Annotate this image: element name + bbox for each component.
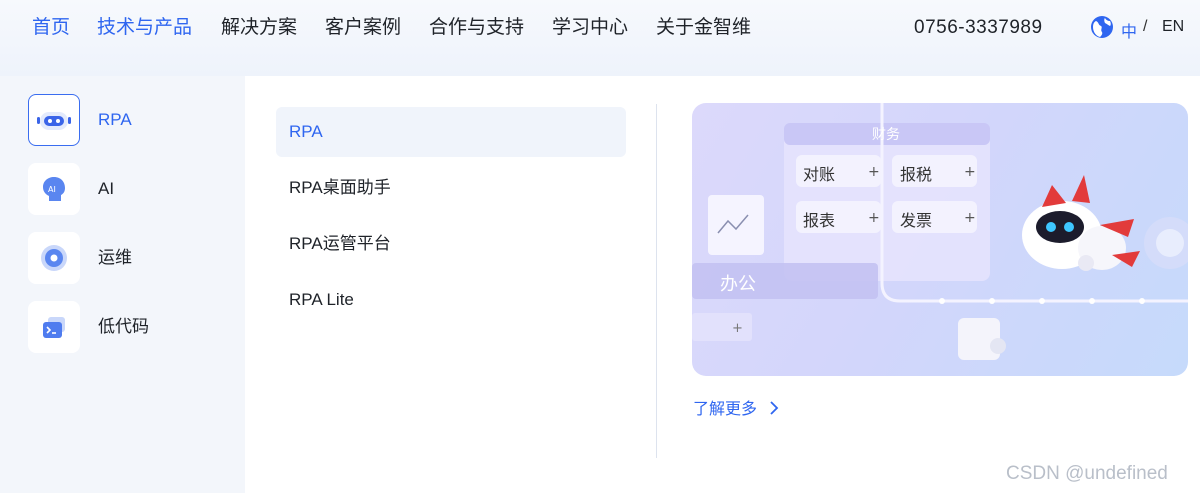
subitem-rpa-lite[interactable]: RPA Lite bbox=[276, 275, 626, 325]
learn-more-label: 了解更多 bbox=[693, 401, 758, 418]
banner-finance-title: 财务 bbox=[872, 127, 900, 143]
banner-chip-invoice: 发票 bbox=[900, 211, 933, 230]
nav-customer-cases[interactable]: 客户案例 bbox=[325, 16, 401, 40]
subitem-rpa-management-platform[interactable]: RPA运管平台 bbox=[276, 219, 626, 269]
category-label: 运维 bbox=[98, 248, 132, 267]
lang-chinese[interactable]: 中 bbox=[1121, 18, 1137, 42]
category-ai[interactable]: AI AI bbox=[28, 163, 238, 215]
svg-text:+: + bbox=[964, 210, 976, 226]
learn-more-link[interactable]: 了解更多 bbox=[693, 399, 779, 421]
banner-chip-tax: 报税 bbox=[900, 165, 933, 184]
csdn-watermark: CSDN @undefined bbox=[1006, 463, 1168, 484]
subitem-label: RPA Lite bbox=[289, 290, 354, 309]
chevron-right-icon bbox=[770, 401, 779, 415]
nav-learning-center[interactable]: 学习中心 bbox=[552, 16, 628, 40]
lang-separator: / bbox=[1143, 18, 1148, 35]
category-rpa[interactable]: RPA bbox=[28, 94, 238, 146]
column-divider bbox=[656, 104, 657, 458]
product-banner[interactable]: + + + + + 财务 对账 报税 报表 发票 办公 bbox=[692, 103, 1188, 376]
subitem-rpa-desktop-assistant[interactable]: RPA桌面助手 bbox=[276, 163, 626, 213]
nav-partnership-support[interactable]: 合作与支持 bbox=[429, 16, 524, 40]
ops-icon bbox=[28, 232, 80, 284]
category-label: 低代码 bbox=[98, 317, 149, 336]
banner-office-label: 办公 bbox=[720, 274, 756, 295]
lowcode-icon bbox=[28, 301, 80, 353]
category-label: AI bbox=[98, 179, 115, 198]
nav-tech-products[interactable]: 技术与产品 bbox=[97, 16, 192, 40]
lang-english[interactable]: EN bbox=[1162, 18, 1184, 36]
category-ops[interactable]: 运维 bbox=[28, 232, 238, 284]
subitem-label: RPA运管平台 bbox=[289, 234, 391, 253]
subitem-label: RPA bbox=[289, 122, 323, 141]
svg-text:+: + bbox=[868, 210, 880, 226]
nav-home[interactable]: 首页 bbox=[32, 16, 70, 40]
nav-about[interactable]: 关于金智维 bbox=[656, 16, 751, 40]
category-lowcode[interactable]: 低代码 bbox=[28, 301, 238, 353]
svg-text:+: + bbox=[964, 164, 976, 180]
svg-text:+: + bbox=[868, 164, 880, 180]
subitem-label: RPA桌面助手 bbox=[289, 178, 391, 197]
category-label: RPA bbox=[98, 110, 132, 129]
globe-icon[interactable] bbox=[1090, 15, 1114, 39]
ai-head-icon: AI bbox=[28, 163, 80, 215]
nav-solutions[interactable]: 解决方案 bbox=[221, 16, 297, 40]
phone-number: 0756-3337989 bbox=[914, 17, 1043, 38]
robot-icon bbox=[28, 94, 80, 146]
subitem-rpa[interactable]: RPA bbox=[276, 107, 626, 157]
top-navigation: 首页 技术与产品 解决方案 客户案例 合作与支持 学习中心 关于金智维 0756… bbox=[0, 0, 1200, 76]
banner-chip-report: 报表 bbox=[803, 211, 836, 230]
banner-chip-reconcile: 对账 bbox=[803, 165, 836, 184]
svg-text:+: + bbox=[732, 321, 743, 336]
svg-text:AI: AI bbox=[48, 185, 56, 194]
